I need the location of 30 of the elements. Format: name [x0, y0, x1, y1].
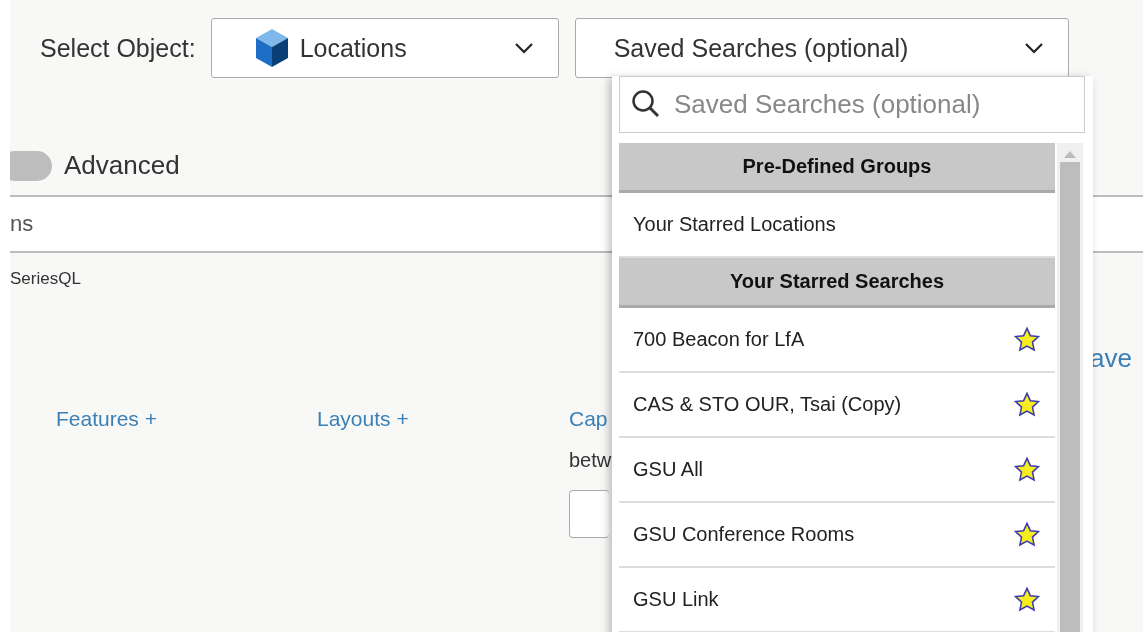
query-type-text: SeriesQL: [10, 269, 81, 289]
star-icon[interactable]: [1013, 455, 1041, 484]
chevron-down-icon: [513, 42, 534, 54]
star-icon[interactable]: [1013, 585, 1041, 614]
dropdown-option[interactable]: CAS & STO OUR, Tsai (Copy): [619, 373, 1055, 438]
scrollbar[interactable]: [1057, 143, 1083, 632]
dropdown-option[interactable]: GSU Conference Rooms: [619, 503, 1055, 568]
tab-label[interactable]: ns: [10, 211, 34, 237]
field-label: betw: [569, 449, 612, 472]
link[interactable]: Cap: [569, 407, 612, 431]
features-link[interactable]: Features +: [56, 407, 317, 431]
search-field[interactable]: Saved Searches (optional): [619, 76, 1085, 133]
dropdown-option[interactable]: GSU All: [619, 438, 1055, 503]
cube-icon: [253, 28, 290, 68]
group-header: Pre-Defined Groups: [619, 143, 1055, 193]
toggle-switch[interactable]: [10, 150, 52, 181]
layouts-link[interactable]: Layouts +: [317, 407, 569, 431]
object-select[interactable]: Locations: [210, 18, 559, 78]
input-field[interactable]: [569, 490, 609, 538]
group-header: Your Starred Searches: [619, 258, 1055, 308]
dropdown-option[interactable]: GSU Link: [619, 568, 1055, 632]
dropdown-option[interactable]: 700 Beacon for LfA: [619, 308, 1055, 373]
field-label: Select Object:: [40, 33, 196, 63]
toggle-label: Advanced: [64, 150, 180, 181]
star-icon[interactable]: [1013, 390, 1041, 419]
star-icon[interactable]: [1013, 520, 1041, 549]
saved-searches-select[interactable]: Saved Searches (optional): [574, 18, 1069, 78]
search-icon: [631, 89, 661, 119]
chevron-down-icon: [1023, 42, 1044, 54]
star-icon[interactable]: [1013, 325, 1041, 354]
